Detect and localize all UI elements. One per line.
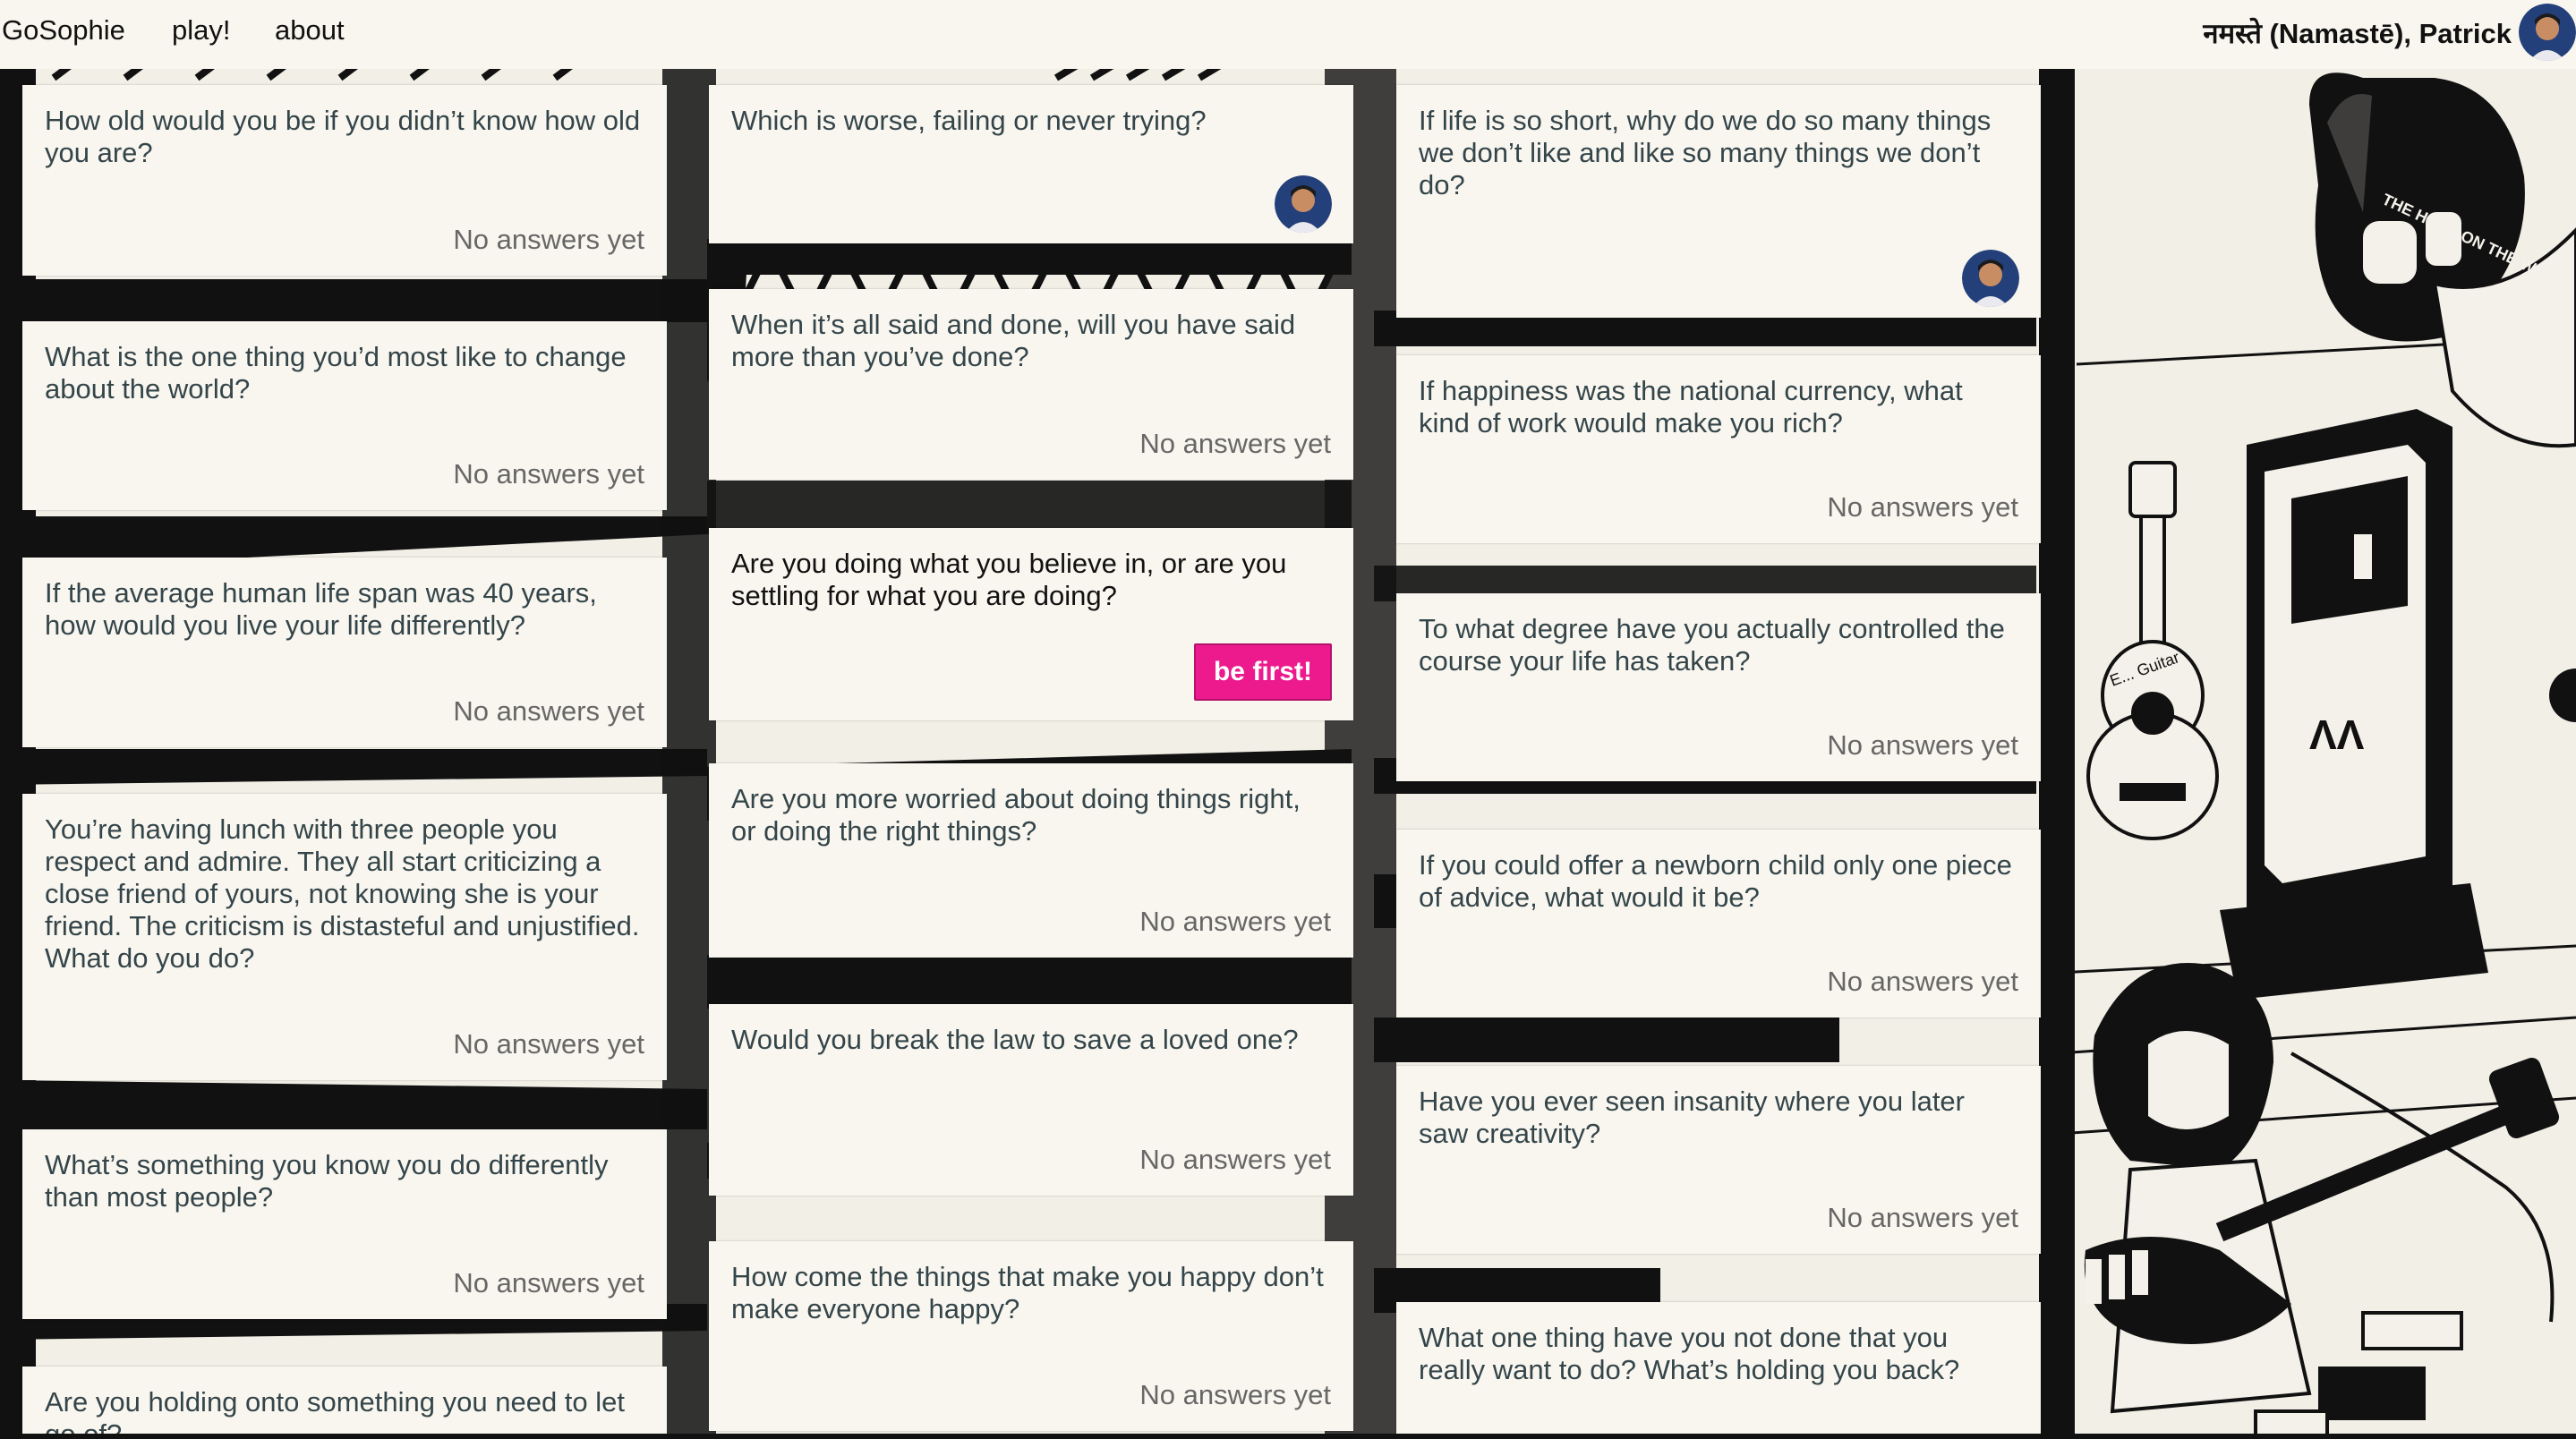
question-text: Which is worse, failing or never trying? xyxy=(731,105,1207,136)
question-card[interactable]: You’re having lunch with three people yo… xyxy=(22,794,667,1080)
answer-status: No answers yet xyxy=(1827,966,2018,997)
question-card[interactable]: What’s something you know you do differe… xyxy=(22,1129,667,1319)
question-text: Are you more worried about doing things … xyxy=(731,783,1301,847)
question-card[interactable]: How come the things that make you happy … xyxy=(709,1241,1353,1431)
question-text: How come the things that make you happy … xyxy=(731,1261,1324,1324)
answer-status: No answers yet xyxy=(1827,1202,2018,1233)
answer-status: No answers yet xyxy=(1139,428,1331,459)
top-navigation: GoSophie play! about नमस्ते (Namastē), P… xyxy=(0,0,2576,69)
question-text: If life is so short, why do we do so man… xyxy=(1419,105,1992,200)
about-link[interactable]: about xyxy=(275,14,345,47)
question-text: When it’s all said and done, will you ha… xyxy=(731,309,1296,372)
answerer-avatar[interactable] xyxy=(1962,250,2019,307)
brand-link[interactable]: GoSophie xyxy=(2,14,125,47)
answer-status: No answers yet xyxy=(1139,1379,1331,1410)
answerer-avatar[interactable] xyxy=(1275,175,1332,233)
answer-status: No answers yet xyxy=(453,1028,644,1060)
question-text: If the average human life span was 40 ye… xyxy=(45,577,597,641)
question-card[interactable]: If happiness was the national currency, … xyxy=(1396,355,2041,543)
question-text: How old would you be if you didn’t know … xyxy=(45,105,641,168)
answer-status: No answers yet xyxy=(453,458,644,490)
answer-status: No answers yet xyxy=(1139,1144,1331,1175)
question-card[interactable]: When it’s all said and done, will you ha… xyxy=(709,289,1353,480)
question-text: Have you ever seen insanity where you la… xyxy=(1419,1086,1965,1149)
user-avatar[interactable] xyxy=(2519,4,2576,61)
answer-status: No answers yet xyxy=(1827,491,2018,523)
question-text: What one thing have you not done that yo… xyxy=(1419,1322,1960,1385)
question-card[interactable]: How old would you be if you didn’t know … xyxy=(22,85,667,276)
question-card[interactable]: Are you holding onto something you need … xyxy=(22,1367,667,1439)
question-text: To what degree have you actually control… xyxy=(1419,613,2005,677)
bottom-edge-bar xyxy=(0,1434,2576,1439)
question-card[interactable]: To what degree have you actually control… xyxy=(1396,593,2041,781)
question-text: Are you holding onto something you need … xyxy=(45,1386,626,1439)
question-card[interactable]: What is the one thing you’d most like to… xyxy=(22,321,667,510)
question-card[interactable]: Which is worse, failing or never trying? xyxy=(709,85,1353,243)
question-text: What’s something you know you do differe… xyxy=(45,1149,609,1213)
answer-status: No answers yet xyxy=(453,695,644,727)
question-card[interactable]: If life is so short, why do we do so man… xyxy=(1396,85,2041,318)
answer-status: No answers yet xyxy=(1139,906,1331,937)
avatar-image-icon xyxy=(1962,250,2019,307)
question-card[interactable]: What one thing have you not done that yo… xyxy=(1396,1302,2041,1436)
amp-logo-icon: ΛΛ xyxy=(2309,711,2365,758)
answer-status: No answers yet xyxy=(1827,729,2018,761)
question-card[interactable]: Are you more worried about doing things … xyxy=(709,763,1353,958)
play-link[interactable]: play! xyxy=(172,14,230,47)
avatar-image-icon xyxy=(1275,175,1332,233)
answer-status: No answers yet xyxy=(453,1267,644,1299)
question-text: Would you break the law to save a loved … xyxy=(731,1024,1299,1055)
question-text: If happiness was the national currency, … xyxy=(1419,375,1963,439)
question-text: What is the one thing you’d most like to… xyxy=(45,341,627,404)
question-text: Are you doing what you believe in, or ar… xyxy=(731,548,1287,611)
question-card[interactable]: Have you ever seen insanity where you la… xyxy=(1396,1066,2041,1254)
avatar-image-icon xyxy=(2519,4,2576,61)
answer-status: No answers yet xyxy=(453,224,644,255)
question-text: If you could offer a newborn child only … xyxy=(1419,849,2012,913)
question-card[interactable]: Are you doing what you believe in, or ar… xyxy=(709,528,1353,720)
question-card[interactable]: Would you break the law to save a loved … xyxy=(709,1004,1353,1196)
user-greeting[interactable]: नमस्ते (Namastē), Patrick xyxy=(2203,14,2512,52)
question-card[interactable]: If you could offer a newborn child only … xyxy=(1396,830,2041,1018)
question-text: You’re having lunch with three people yo… xyxy=(45,813,640,974)
be-first-button[interactable]: be first! xyxy=(1194,643,1332,701)
question-card[interactable]: If the average human life span was 40 ye… xyxy=(22,558,667,747)
